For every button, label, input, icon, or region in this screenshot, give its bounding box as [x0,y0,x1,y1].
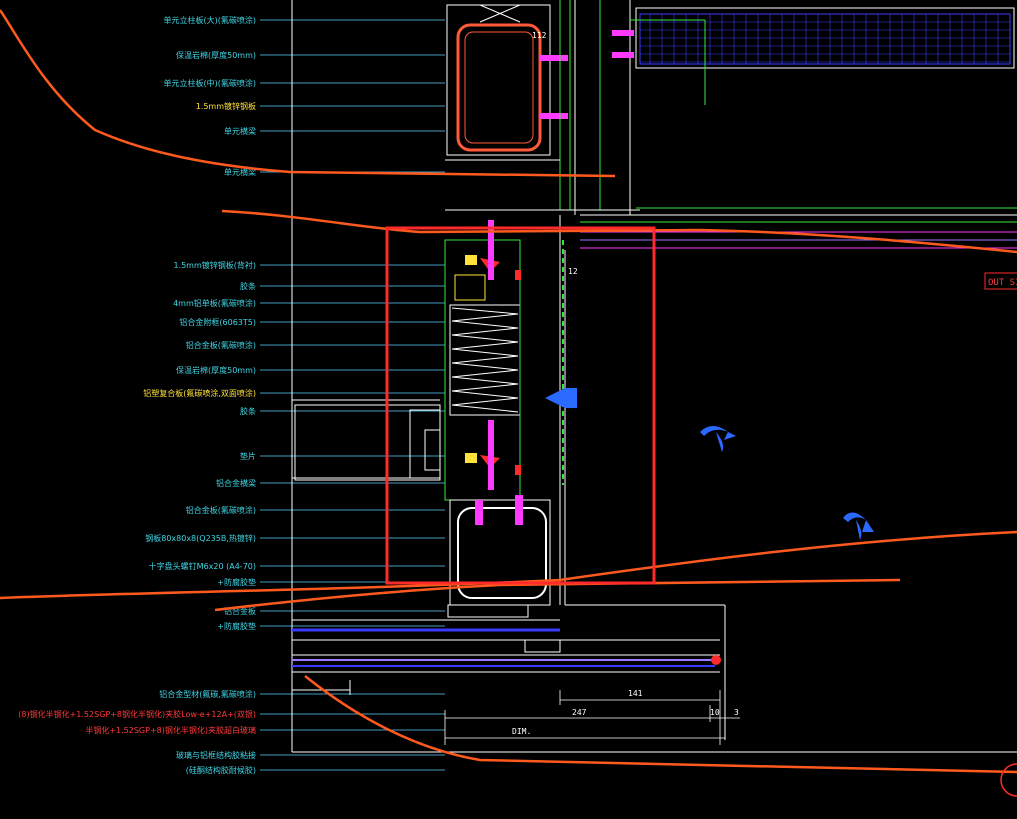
dim-247: 247 [572,708,587,717]
dim-112: 112 [532,31,547,40]
annotation-label: 胶条 [240,281,256,291]
dim-12: 12 [568,267,578,276]
annotation-label: 4mm铝单板(氟碳喷涂) [173,298,256,308]
annotation-label: 胶条 [240,406,256,416]
annotation-label: 铝合金板(氟碳喷涂) [186,340,256,350]
annotation-label: (8)钢化半钢化+1.52SGP+8钢化半钢化)夹胶Low-e+12A+(双银) [18,709,256,719]
annotation-label: 铝合金横梁 [216,478,256,488]
annotation-label: 1.5mm镀锌钢板 [196,101,256,111]
annotation-label: +防腐胶垫 [217,577,256,587]
annotation-label: 十字盘头螺钉M6x20 (A4-70) [149,561,256,571]
annotation-label: (硅酮结构胶耐候胶) [186,765,256,775]
annotation-label: 铝塑复合板(氟碳喷涂,双面喷涂) [143,388,256,398]
annotation-label: 铝合金板(氟碳喷涂) [186,505,256,515]
annotation-label: 1.5mm镀锌钢板(背衬) [173,260,256,270]
dim-141: 141 [628,689,643,698]
annotation-label: 半钢化+1.52SGP+8)钢化半钢化)夹胶超白玻璃 [85,725,256,735]
annotation-label: 钢板80x80x8(Q235B,热镀锌) [145,533,256,543]
annotation-label: 玻璃与铝框结构胶粘接 [176,750,256,760]
annotation-label: 单元立柱板(大)(氟碳喷涂) [164,15,256,25]
annotation-label: 保温岩棉(厚度50mm) [176,365,256,375]
annotation-label: 保温岩棉(厚度50mm) [176,50,256,60]
dim-3: 3 [734,708,739,717]
annotation-label: 铝合金型材(氟碳,氟碳喷涂) [159,689,256,699]
annotation-label: 垫片 [240,451,256,461]
out-tag-text: OUT SI [988,278,1017,288]
dim-label: DIM. [512,727,531,736]
dim-10: 10 [710,708,720,717]
annotation-label: +防腐胶垫 [217,621,256,631]
annotation-label: 铝合金附框(6063T5) [179,317,256,327]
annotation-label: 单元立柱板(中)(氟碳喷涂) [164,78,256,88]
annotation-label: 单元横梁 [224,126,256,136]
cad-drawing: 单元立柱板(大)(氟碳喷涂) 保温岩棉(厚度50mm) 单元立柱板(中)(氟碳喷涂)… [0,0,1017,819]
drawing-background [0,0,1017,819]
